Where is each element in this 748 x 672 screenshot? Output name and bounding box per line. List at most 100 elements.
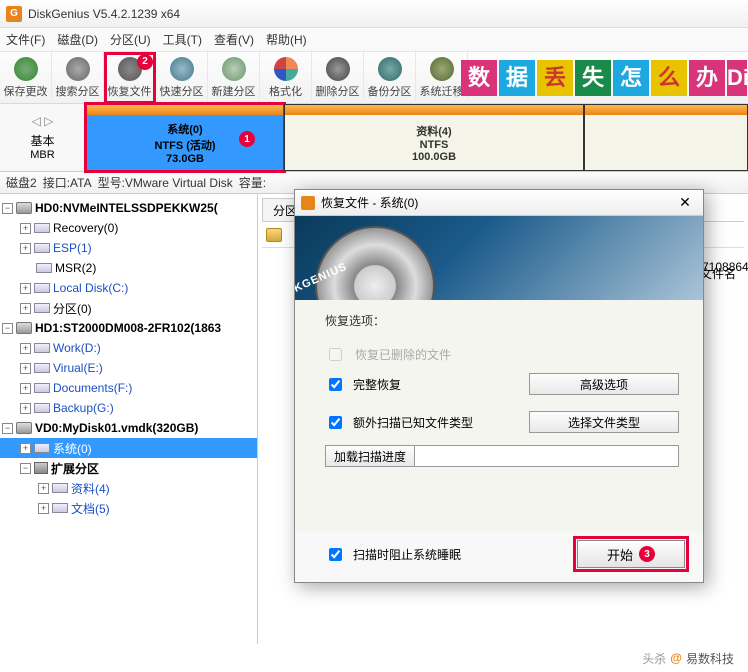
partition-icon	[34, 303, 50, 313]
expand-icon[interactable]: −	[2, 423, 13, 434]
migrate-icon	[430, 57, 454, 81]
ext-partition-icon	[34, 462, 48, 474]
tree-hd1[interactable]: HD1:ST2000DM008-2FR102(1863	[35, 321, 221, 335]
dialog-close-button[interactable]: ✕	[673, 194, 697, 211]
backup-icon	[378, 57, 402, 81]
prevent-sleep-checkbox[interactable]	[329, 548, 342, 561]
partition-map: ◁ ▷ 基本 MBR 系统(0) NTFS (活动) 73.0GB 1 资料(4…	[0, 104, 748, 172]
progress-path-input[interactable]	[414, 445, 679, 467]
disk-header: ◁ ▷ 基本 MBR	[0, 104, 86, 171]
watermark-brand: 易数科技	[686, 650, 734, 667]
tree-hd0[interactable]: HD0:NVMeINTELSSDPEKKW25(	[35, 201, 218, 215]
partition-icon	[34, 403, 50, 413]
partition-icon	[34, 223, 50, 233]
disk-icon	[16, 422, 32, 434]
partition-extra[interactable]	[584, 104, 748, 171]
tree-localc[interactable]: Local Disk(C:)	[53, 281, 128, 295]
folder-icon	[266, 228, 282, 242]
save-changes-button[interactable]: 保存更改	[0, 52, 52, 104]
tree-sys0: 系统(0)	[53, 440, 92, 457]
full-recover-checkbox[interactable]	[329, 378, 342, 391]
advanced-options-button[interactable]: 高级选项	[529, 373, 679, 395]
partition-icon	[34, 363, 50, 373]
expand-icon[interactable]: +	[20, 343, 31, 354]
tree-vd0[interactable]: VD0:MyDisk01.vmdk(320GB)	[35, 421, 198, 435]
disk-model: 型号:VMware Virtual Disk	[98, 174, 233, 191]
dialog-body: 恢复选项： 恢复已删除的文件 完整恢复 高级选项 额外扫描已知文件类型 选择文件…	[295, 300, 703, 532]
tree-doc5[interactable]: 文档(5)	[71, 500, 110, 517]
tree-docf[interactable]: Documents(F:)	[53, 381, 132, 395]
menu-help[interactable]: 帮助(H)	[266, 31, 307, 48]
tree-backupg[interactable]: Backup(G:)	[53, 401, 114, 415]
disk-icon	[16, 322, 32, 334]
expand-icon[interactable]: −	[2, 203, 13, 214]
partition-system-0[interactable]: 系统(0) NTFS (活动) 73.0GB 1	[86, 104, 284, 171]
promo-banner[interactable]: 数 据 丢 失 怎 么 办 Di	[460, 52, 748, 104]
tree-viruale[interactable]: Virual(E:)	[53, 361, 103, 375]
expand-icon[interactable]: +	[38, 483, 49, 494]
quick-icon	[170, 57, 194, 81]
expand-icon[interactable]: +	[20, 303, 31, 314]
annotation-badge-3: 3	[639, 546, 655, 562]
expand-icon[interactable]: +	[20, 403, 31, 414]
tree-ext[interactable]: 扩展分区	[51, 460, 99, 477]
partition-data-4[interactable]: 资料(4) NTFS 100.0GB	[284, 104, 584, 171]
annotation-badge-1: 1	[239, 131, 255, 147]
new-icon	[222, 57, 246, 81]
backup-partition-button[interactable]: 备份分区	[364, 52, 416, 104]
expand-icon[interactable]: +	[20, 243, 31, 254]
nav-arrows-icon[interactable]: ◁ ▷	[32, 114, 54, 128]
tree-selected-item[interactable]: + 系统(0)	[0, 438, 257, 458]
partition-icon	[34, 383, 50, 393]
menu-view[interactable]: 查看(V)	[214, 31, 254, 48]
menu-disk[interactable]: 磁盘(D)	[57, 31, 98, 48]
partition-icon	[34, 283, 50, 293]
partition-icon	[52, 483, 68, 493]
partition-icon	[52, 503, 68, 513]
extra-scan-checkbox[interactable]	[329, 416, 342, 429]
tree-part0[interactable]: 分区(0)	[53, 300, 92, 317]
full-recover-label: 完整恢复	[353, 376, 401, 393]
dialog-banner: DISKGENIUS	[295, 216, 703, 300]
tree-msr[interactable]: MSR(2)	[55, 261, 96, 275]
tree-recovery[interactable]: Recovery(0)	[53, 221, 118, 235]
toolbar: 保存更改 搜索分区 恢复文件 2 快速分区 新建分区 格式化 删除分区 备份分区…	[0, 52, 748, 104]
tree-workd[interactable]: Work(D:)	[53, 341, 101, 355]
disk-capacity-label: 容量:	[239, 174, 266, 191]
expand-icon[interactable]: +	[20, 383, 31, 394]
title-bar: G DiskGenius V5.4.2.1239 x64	[0, 0, 748, 28]
quick-partition-button[interactable]: 快速分区	[156, 52, 208, 104]
select-file-types-button[interactable]: 选择文件类型	[529, 411, 679, 433]
partition-icon	[36, 263, 52, 273]
disk-tree[interactable]: − HD0:NVMeINTELSSDPEKKW25( + Recovery(0) +…	[0, 194, 258, 644]
disk-icon	[16, 202, 32, 214]
at-icon: @	[670, 651, 682, 665]
menu-file[interactable]: 文件(F)	[6, 31, 45, 48]
tree-data4[interactable]: 资料(4)	[71, 480, 110, 497]
recover-deleted-label: 恢复已删除的文件	[355, 346, 451, 363]
recover-options-label: 恢复选项：	[325, 312, 679, 329]
expand-icon[interactable]: +	[20, 363, 31, 374]
tree-esp[interactable]: ESP(1)	[53, 241, 92, 255]
expand-icon[interactable]: −	[2, 323, 13, 334]
recover-files-dialog: 恢复文件 - 系统(0) ✕ DISKGENIUS 恢复选项： 恢复已删除的文件…	[294, 189, 704, 583]
expand-icon[interactable]: +	[20, 283, 31, 294]
partition-icon	[34, 343, 50, 353]
search-partition-button[interactable]: 搜索分区	[52, 52, 104, 104]
expand-icon[interactable]: +	[20, 443, 31, 454]
menu-partition[interactable]: 分区(U)	[110, 31, 151, 48]
expand-icon[interactable]: +	[20, 223, 31, 234]
disk-index: 磁盘2	[6, 174, 37, 191]
delete-icon	[326, 57, 350, 81]
recover-files-button[interactable]: 恢复文件 2	[104, 52, 156, 104]
format-button[interactable]: 格式化	[260, 52, 312, 104]
expand-icon[interactable]: +	[38, 503, 49, 514]
delete-partition-button[interactable]: 删除分区	[312, 52, 364, 104]
expand-icon[interactable]: −	[20, 463, 31, 474]
menu-tools[interactable]: 工具(T)	[163, 31, 202, 48]
dialog-title: 恢复文件 - 系统(0)	[321, 194, 673, 211]
load-scan-progress-button[interactable]: 加载扫描进度	[325, 445, 415, 467]
new-partition-button[interactable]: 新建分区	[208, 52, 260, 104]
start-button[interactable]: 开始 3	[577, 540, 685, 568]
annotation-badge-2: 2	[137, 54, 153, 70]
